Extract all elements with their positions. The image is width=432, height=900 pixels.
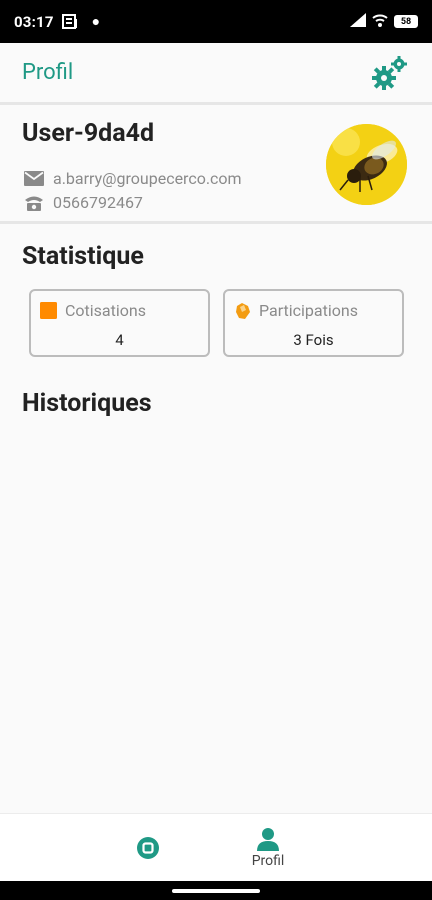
- phone-row: 0566792467: [23, 193, 143, 212]
- status-bar: 03:17 ● 58: [0, 0, 432, 43]
- stat-card-participations[interactable]: Participations 3 Fois: [223, 289, 404, 357]
- home-gesture-handle[interactable]: [172, 889, 260, 893]
- status-icons: 58: [350, 12, 418, 31]
- home-circle-icon: [137, 837, 159, 859]
- statistics-title: Statistique: [22, 242, 144, 271]
- square-icon: [39, 302, 57, 320]
- email-text: a.barry@groupecerco.com: [53, 169, 242, 188]
- nav-item-profil[interactable]: Profil: [232, 814, 304, 882]
- wifi-icon: [372, 13, 388, 31]
- status-time: 03:17: [14, 12, 54, 31]
- phone-text: 0566792467: [53, 193, 143, 212]
- username: User-9da4d: [22, 119, 155, 148]
- nav-item-label: Profil: [251, 853, 285, 869]
- bee-photo-icon: [326, 124, 407, 205]
- nav-item-home[interactable]: [118, 814, 178, 882]
- stat-card-cotisations[interactable]: Cotisations 4: [29, 289, 210, 357]
- stat-card-value: 4: [115, 331, 124, 349]
- settings-button[interactable]: [370, 53, 410, 93]
- person-icon: [257, 828, 279, 851]
- profile-header: User-9da4d a.barry@groupecerco.com 05667…: [0, 105, 432, 224]
- hand-icon: [233, 302, 251, 320]
- mail-icon: [23, 170, 45, 188]
- battery-icon: 58: [394, 15, 418, 28]
- avatar[interactable]: [326, 124, 407, 205]
- notification-dot-icon: ●: [91, 14, 101, 30]
- email-row: a.barry@groupecerco.com: [23, 169, 242, 188]
- stat-card-label: Participations: [259, 301, 358, 320]
- signal-icon: [350, 12, 366, 31]
- gesture-bar: [0, 881, 432, 900]
- stat-card-value: 3 Fois: [293, 331, 334, 349]
- history-title: Historiques: [22, 389, 152, 418]
- stat-card-header: Cotisations: [39, 301, 146, 320]
- bottom-navigation: Profil: [0, 813, 432, 881]
- battery-level: 58: [400, 16, 412, 27]
- app-bar: Profil: [0, 43, 432, 105]
- stat-card-label: Cotisations: [65, 301, 146, 320]
- gears-icon: [372, 55, 407, 90]
- page-title: Profil: [22, 60, 74, 85]
- news-icon: [61, 14, 78, 29]
- phone-icon: [23, 194, 45, 212]
- stat-card-header: Participations: [233, 301, 358, 320]
